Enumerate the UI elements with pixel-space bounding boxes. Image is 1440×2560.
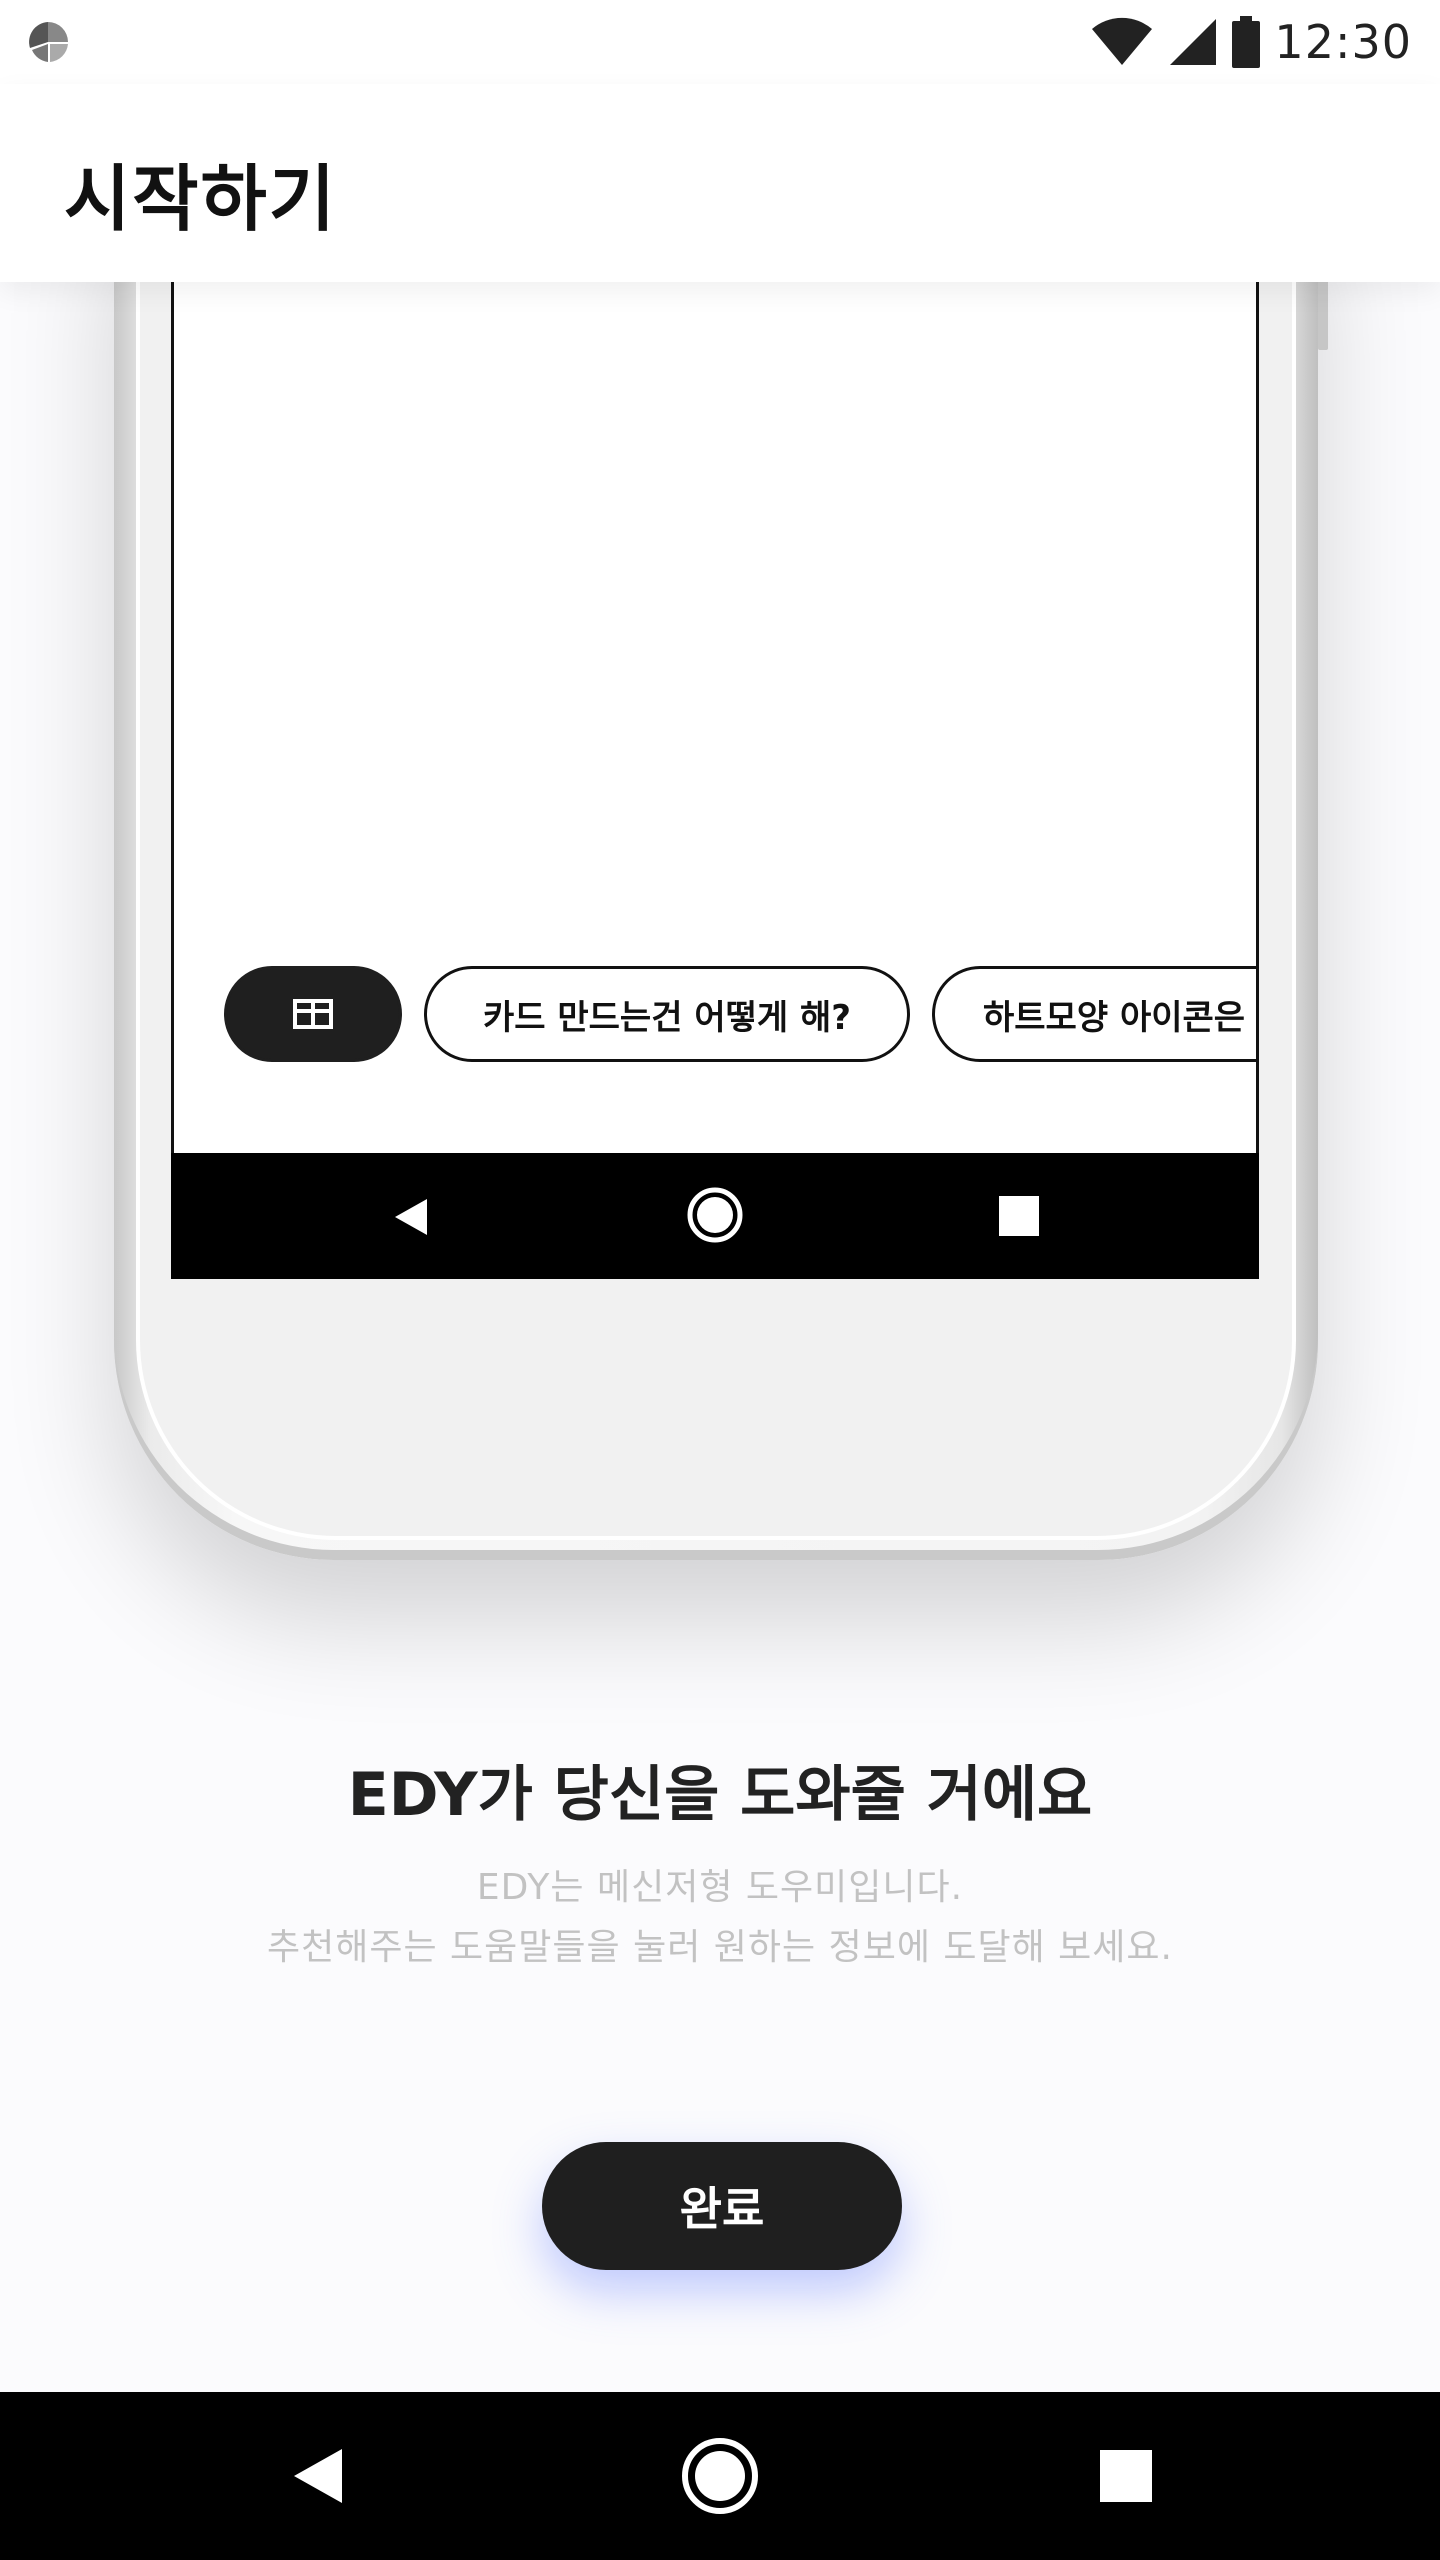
mockup-navigation-bar (171, 1153, 1259, 1279)
recents-icon (1100, 2450, 1152, 2502)
phone-mockup: 카드 만드는건 어떻게 해? 하트모양 아이콘은 (114, 180, 1328, 1560)
phone-screen: 카드 만드는건 어떻게 해? 하트모양 아이콘은 (171, 180, 1259, 1279)
recents-icon (999, 1196, 1039, 1236)
done-button[interactable]: 완료 (542, 2142, 902, 2270)
grid-icon (293, 999, 333, 1029)
back-icon (294, 2449, 342, 2503)
battery-icon (1232, 16, 1261, 68)
onboarding-headline: EDY가 당신을 도와줄 거에요 (347, 1760, 1093, 1830)
nav-home-button[interactable] (620, 2392, 820, 2560)
chip-menu (224, 966, 402, 1062)
description-line: 추천해주는 도움말들을 눌러 원하는 정보에 도달해 보세요. (267, 1927, 1173, 1968)
home-icon (687, 1187, 743, 1243)
nav-back-button[interactable] (218, 2392, 418, 2560)
status-time: 12:30 (1274, 15, 1412, 69)
status-bar: 12:30 (0, 0, 1440, 84)
phone-side-button (1318, 280, 1328, 350)
suggestion-chips: 카드 만드는건 어떻게 해? 하트모양 아이콘은 (224, 966, 1256, 1066)
nav-recents-button[interactable] (1026, 2392, 1226, 2560)
onboarding-description: EDY는 메신저형 도우미입니다. 추천해주는 도움말들을 눌러 원하는 정보에… (0, 1858, 1440, 1978)
back-icon (395, 1199, 427, 1235)
system-navigation-bar (0, 2392, 1440, 2560)
wifi-icon (1092, 17, 1153, 65)
home-icon (682, 2438, 758, 2514)
app-icon (29, 22, 68, 62)
status-indicators: 12:30 (1090, 12, 1412, 72)
suggestion-chip: 하트모양 아이콘은 (932, 966, 1256, 1062)
page-title: 시작하기 (64, 157, 337, 241)
cellular-signal-icon (1170, 19, 1217, 65)
suggestion-chip: 카드 만드는건 어떻게 해? (424, 966, 910, 1062)
description-line: EDY는 메신저형 도우미입니다. (476, 1867, 964, 1908)
app-bar: 시작하기 (0, 84, 1440, 282)
